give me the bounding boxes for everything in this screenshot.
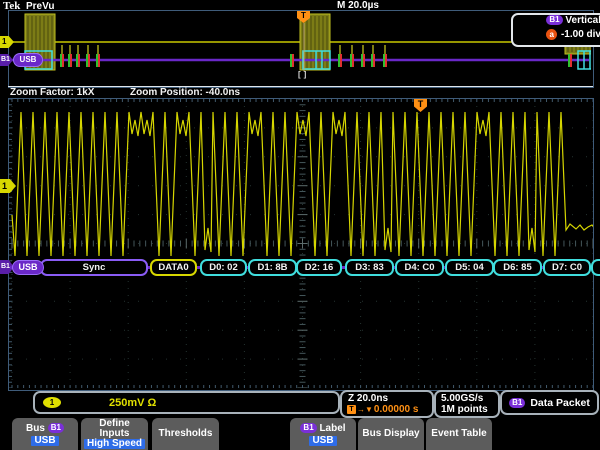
zoom-position-readout: Zoom Position: -40.0ns — [130, 87, 240, 98]
zoom-scale-text: Z 20.0ns — [342, 393, 432, 404]
main-waveform-window — [8, 98, 594, 391]
vertical-badge-title: Vertical — [565, 15, 600, 26]
menu-thresholds-button[interactable]: Thresholds — [152, 418, 219, 450]
overview-usb-label: USB — [13, 53, 43, 67]
bus-decode-field-d0: D0: 02 — [200, 259, 247, 276]
bus-decode-field-partial — [591, 259, 600, 276]
decode-usb-label: USB — [12, 260, 44, 275]
menu-thresholds-label: Thresholds — [152, 429, 219, 439]
bus-decode-field-d4: D4: C0 — [395, 259, 444, 276]
record-length-text: 1M points — [436, 404, 498, 415]
b1-badge-icon: B1 — [300, 423, 316, 433]
b1-badge-icon: B1 — [546, 15, 562, 25]
bus-decode-field-d7: D7: C0 — [543, 259, 591, 276]
sample-rate-text: 5.00GS/s — [436, 393, 498, 404]
bus-decode-field-data0: DATA0 — [150, 259, 197, 276]
bus-status-readout[interactable]: B1 Data Packet — [500, 390, 599, 415]
oscilloscope-screen: Tek PreVu M 20.0µs 1 B1 USB T [] B1 Vert… — [0, 0, 600, 450]
menu-bus-label: Bus — [26, 423, 45, 434]
bus-decode-field-d3: D3: 83 — [345, 259, 394, 276]
multipurpose-knob-icon: a — [546, 29, 557, 40]
menu-label-value: USB — [309, 436, 336, 446]
menu-bus-value: USB — [31, 436, 58, 446]
menu-bus-button[interactable]: Bus B1 USB — [12, 418, 78, 450]
menu-define-inputs-button[interactable]: Define Inputs High Speed — [81, 418, 148, 450]
zoom-bar-divider — [8, 86, 593, 87]
ch1-scale-text: 250mV Ω — [109, 397, 156, 409]
zoom-scale-readout[interactable]: Z 20.0ns T →▼ 0.00000 s — [340, 390, 434, 418]
menu-event-table-label: Event Table — [426, 429, 492, 439]
trigger-delay-arrows: →▼ — [357, 405, 373, 414]
zoom-factor-readout: Zoom Factor: 1kX — [10, 87, 94, 98]
b1-badge-icon: B1 — [509, 398, 525, 408]
menu-bus-display-button[interactable]: Bus Display — [358, 418, 424, 450]
menu-define-value: High Speed — [84, 439, 145, 449]
ch1-scale-readout[interactable]: 1 250mV Ω — [33, 391, 340, 414]
bus-decode-field-sync: Sync — [40, 259, 148, 276]
acquisition-readout[interactable]: 5.00GS/s 1M points — [434, 390, 500, 418]
menu-label-button[interactable]: B1 Label USB — [290, 418, 356, 450]
menu-bus-display-label: Bus Display — [358, 429, 424, 439]
menu-label-text: Label — [319, 423, 345, 434]
bus-decode-field-d6: D6: 85 — [493, 259, 542, 276]
menu-event-table-button[interactable]: Event Table — [426, 418, 492, 450]
bus-decode-field-d5: D5: 04 — [445, 259, 494, 276]
b1-badge-icon: B1 — [48, 423, 64, 433]
bus-decode-field-d2: D2: 16 — [296, 259, 342, 276]
main-plot — [9, 99, 593, 388]
ch1-badge-icon: 1 — [43, 397, 61, 408]
bus-decode-row: SyncDATA0D0: 02D1: 8BD2: 16D3: 83D4: C0D… — [0, 259, 600, 277]
vertical-badge-value: -1.00 div — [561, 29, 600, 40]
zoom-window-bracket: [] — [298, 70, 309, 79]
bus-status-text: Data Packet — [530, 397, 590, 409]
trigger-delay-icon: T — [347, 405, 356, 414]
vertical-scale-badge[interactable]: B1 Vertical a -1.00 div — [511, 13, 600, 47]
bus-decode-field-d1: D1: 8B — [248, 259, 297, 276]
trigger-delay-value: 0.00000 s — [374, 404, 419, 415]
